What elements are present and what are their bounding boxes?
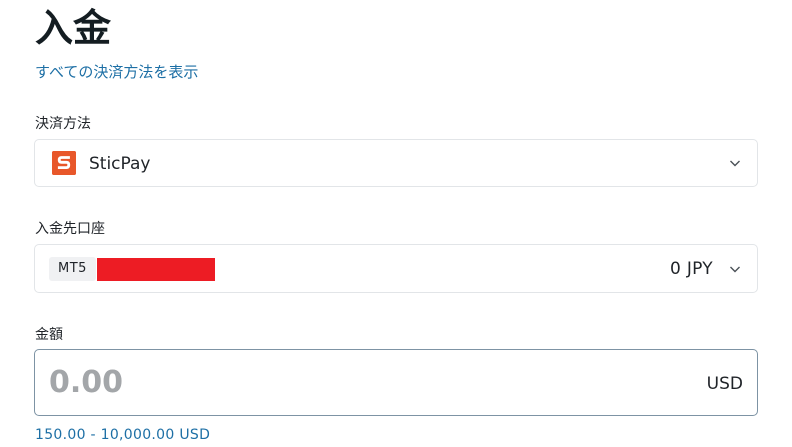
payment-method-label: 決済方法: [35, 116, 91, 132]
amount-currency: USD: [706, 374, 743, 394]
account-balance: 0 JPY: [670, 259, 713, 279]
payment-method-select[interactable]: SticPay: [34, 139, 758, 187]
chevron-down-icon: [730, 160, 740, 167]
chevron-down-icon: [730, 266, 740, 273]
payment-method-value: SticPay: [89, 154, 151, 174]
page-title: 入金: [35, 6, 112, 50]
sticpay-logo-icon: [52, 151, 76, 175]
amount-field[interactable]: USD: [34, 349, 758, 416]
amount-input[interactable]: [49, 360, 609, 404]
show-all-payment-methods-link[interactable]: すべての決済方法を表示: [35, 61, 198, 83]
amount-label: 金額: [35, 327, 63, 343]
amount-range-hint: 150.00 - 10,000.00 USD: [35, 427, 211, 443]
deposit-account-select[interactable]: MT5 0 JPY: [34, 244, 758, 293]
account-type-badge: MT5: [49, 257, 96, 281]
deposit-account-label: 入金先口座: [35, 221, 105, 237]
redacted-account-number: [97, 258, 215, 281]
deposit-page: 入金 すべての決済方法を表示 決済方法 SticPay 入金先口座 MT5 0 …: [0, 0, 792, 447]
